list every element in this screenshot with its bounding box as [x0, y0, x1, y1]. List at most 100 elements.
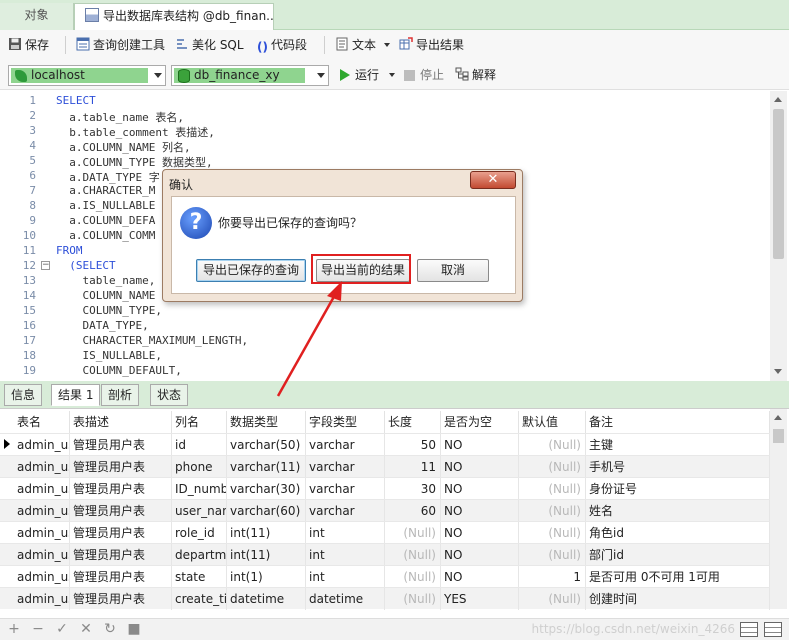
add-record-icon[interactable]: +	[6, 621, 22, 637]
table-cell[interactable]: 60	[385, 500, 441, 522]
table-cell[interactable]: (Null)	[385, 544, 441, 566]
export-results-button[interactable]: 导出结果	[399, 36, 464, 54]
table-row[interactable]: admin_us 管理员用户表 role_id int(11) int (Null) NO(…	[0, 521, 770, 544]
table-cell[interactable]: (Null)	[519, 456, 586, 478]
table-cell[interactable]: admin_us	[14, 456, 70, 478]
table-cell[interactable]: int	[306, 544, 385, 566]
tab-profile[interactable]: 剖析	[101, 384, 140, 406]
table-row[interactable]: admin_us 管理员用户表 state int(1) int (Null) NO 1 是否可…	[0, 565, 770, 588]
table-cell[interactable]: NO	[441, 566, 519, 588]
table-row[interactable]: admin_us 管理员用户表 user_nan varchar(60) varchar…	[0, 499, 770, 522]
tab-status[interactable]: 状态	[150, 384, 189, 406]
table-cell[interactable]: 管理员用户表	[70, 544, 172, 566]
table-cell[interactable]: (Null)	[519, 588, 586, 610]
table-cell[interactable]: admin_us	[14, 544, 70, 566]
run-button[interactable]: 运行	[340, 66, 395, 84]
table-cell[interactable]: (Null)	[519, 544, 586, 566]
table-cell[interactable]: 管理员用户表	[70, 588, 172, 610]
tab-result-1[interactable]: 结果 1	[51, 384, 101, 406]
result-grid[interactable]: 表名 表描述 列名 数据类型 字段类型 长度 是否为空 默认值 备注 admin_us 管理员用户…	[0, 408, 789, 618]
table-cell[interactable]: varchar	[306, 500, 385, 522]
query-builder-button[interactable]: 查询创建工具	[76, 36, 165, 54]
scrollbar-thumb[interactable]	[773, 109, 784, 259]
editor-vertical-scrollbar[interactable]	[770, 91, 787, 381]
table-cell[interactable]: (Null)	[385, 522, 441, 544]
table-row[interactable]: admin_us 管理员用户表 phone varchar(11) varchar 11 N…	[0, 455, 770, 478]
column-header[interactable]: 字段类型	[306, 411, 385, 433]
stop-button[interactable]: 停止	[404, 66, 444, 84]
table-cell[interactable]: 管理员用户表	[70, 566, 172, 588]
connection-select[interactable]: localhost	[8, 65, 166, 86]
table-cell[interactable]: admin_us	[14, 500, 70, 522]
table-cell[interactable]: 手机号	[586, 456, 770, 478]
table-row[interactable]: admin_us 管理员用户表 departm int(11) int (Null) NO(…	[0, 543, 770, 566]
table-row[interactable]: admin_us 管理员用户表 ID_numb varchar(30) varchar 3…	[0, 477, 770, 500]
table-cell[interactable]: admin_us	[14, 588, 70, 610]
column-header[interactable]: 数据类型	[227, 411, 306, 433]
table-cell[interactable]: 30	[385, 478, 441, 500]
table-cell[interactable]: datetime	[227, 588, 306, 610]
grid-view-icon[interactable]	[740, 622, 758, 637]
scroll-up-icon[interactable]	[774, 97, 782, 102]
table-cell[interactable]: 管理员用户表	[70, 434, 172, 456]
text-button[interactable]: 文本	[335, 36, 390, 54]
table-cell[interactable]: 管理员用户表	[70, 478, 172, 500]
column-header[interactable]: 是否为空	[441, 411, 519, 433]
discard-x-icon[interactable]: ✕	[78, 621, 94, 637]
table-cell[interactable]: phone	[172, 456, 227, 478]
table-cell[interactable]: (Null)	[385, 588, 441, 610]
table-row[interactable]: admin_us 管理员用户表 create_tir datetime datetime…	[0, 587, 770, 610]
grid-vertical-scrollbar[interactable]	[770, 409, 787, 609]
column-header[interactable]: 表名	[14, 411, 70, 433]
table-cell[interactable]: create_tir	[172, 588, 227, 610]
table-cell[interactable]: admin_us	[14, 566, 70, 588]
table-cell[interactable]: user_nan	[172, 500, 227, 522]
cancel-button[interactable]: 取消	[417, 259, 489, 282]
table-cell[interactable]: varchar	[306, 456, 385, 478]
table-cell[interactable]: 角色id	[586, 522, 770, 544]
tab-query-editor[interactable]: 导出数据库表结构 @db_finan...	[74, 3, 274, 30]
table-cell[interactable]: departm	[172, 544, 227, 566]
table-cell[interactable]: 管理员用户表	[70, 456, 172, 478]
run-dropdown-arrow-icon[interactable]	[388, 73, 395, 77]
scrollbar-thumb[interactable]	[773, 429, 784, 443]
table-cell[interactable]: varchar	[306, 434, 385, 456]
tab-info[interactable]: 信息	[4, 384, 43, 406]
table-cell[interactable]: 部门id	[586, 544, 770, 566]
table-cell[interactable]: (Null)	[519, 478, 586, 500]
table-cell[interactable]: 姓名	[586, 500, 770, 522]
table-cell[interactable]: varchar(60)	[227, 500, 306, 522]
table-cell[interactable]: NO	[441, 522, 519, 544]
scroll-down-icon[interactable]	[774, 369, 782, 374]
column-header[interactable]: 默认值	[519, 411, 586, 433]
table-cell[interactable]: int	[306, 522, 385, 544]
fold-toggle-icon[interactable]: −	[41, 261, 50, 270]
table-cell[interactable]: role_id	[172, 522, 227, 544]
table-cell[interactable]: int	[306, 566, 385, 588]
table-cell[interactable]: admin_us	[14, 434, 70, 456]
table-cell[interactable]: 50	[385, 434, 441, 456]
table-cell[interactable]: (Null)	[519, 500, 586, 522]
table-cell[interactable]: 管理员用户表	[70, 500, 172, 522]
table-cell[interactable]: (Null)	[519, 434, 586, 456]
stop-square-icon[interactable]: ■	[126, 621, 142, 637]
close-button[interactable]: ✕	[470, 171, 516, 189]
table-cell[interactable]: NO	[441, 456, 519, 478]
refresh-icon[interactable]: ↻	[102, 621, 118, 637]
save-button[interactable]: 保存	[8, 36, 49, 54]
table-cell[interactable]: id	[172, 434, 227, 456]
code-snippet-button[interactable]: () 代码段	[257, 36, 307, 54]
table-cell[interactable]: 创建时间	[586, 588, 770, 610]
table-cell[interactable]: NO	[441, 434, 519, 456]
table-cell[interactable]: 11	[385, 456, 441, 478]
table-cell[interactable]: NO	[441, 544, 519, 566]
beautify-sql-button[interactable]: 美化 SQL	[175, 36, 244, 54]
column-header[interactable]: 列名	[172, 411, 227, 433]
table-cell[interactable]: admin_us	[14, 522, 70, 544]
table-cell[interactable]: datetime	[306, 588, 385, 610]
table-cell[interactable]: state	[172, 566, 227, 588]
table-cell[interactable]: varchar(50)	[227, 434, 306, 456]
table-cell[interactable]: int(11)	[227, 544, 306, 566]
table-cell[interactable]: int(11)	[227, 522, 306, 544]
explain-button[interactable]: 解释	[455, 66, 496, 84]
